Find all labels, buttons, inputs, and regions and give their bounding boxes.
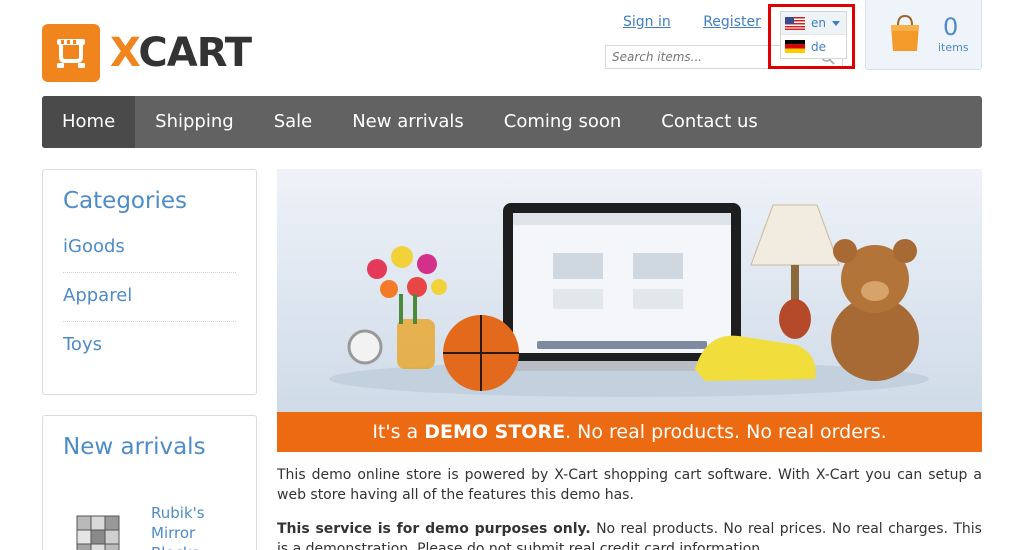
register-link[interactable]: Register bbox=[703, 14, 761, 30]
disclaimer-bold: This service is for demo purposes only. bbox=[277, 521, 591, 537]
chevron-down-icon[interactable] bbox=[832, 20, 840, 26]
shopping-bag-icon bbox=[888, 13, 922, 57]
nav-home[interactable]: Home bbox=[42, 96, 136, 148]
new-arrivals-title: New arrivals bbox=[63, 434, 206, 460]
us-flag-icon bbox=[785, 16, 805, 30]
product-thumbnail[interactable] bbox=[73, 506, 125, 550]
store-logo[interactable]: XCART bbox=[42, 24, 252, 82]
disclaimer-paragraph: This service is for demo purposes only. … bbox=[277, 519, 982, 550]
language-option-de[interactable]: de bbox=[781, 35, 846, 58]
new-arrivals-box: New arrivals Rubik's Mirror Blocks bbox=[42, 415, 257, 550]
nav-new-arrivals[interactable]: New arrivals bbox=[332, 96, 484, 148]
language-option-en[interactable]: en bbox=[781, 12, 846, 35]
category-toys[interactable]: Toys bbox=[63, 322, 236, 371]
banner-lead: It's a bbox=[372, 421, 419, 443]
banner-tail: . No real products. No real orders. bbox=[565, 421, 887, 443]
main-navigation: Home Shipping Sale New arrivals Coming s… bbox=[42, 96, 982, 148]
categories-title: Categories bbox=[63, 188, 187, 214]
categories-box: Categories iGoods Apparel Toys bbox=[42, 169, 257, 395]
language-code-de: de bbox=[811, 39, 826, 54]
demo-store-banner-text: It's a DEMO STORE. No real products. No … bbox=[277, 412, 982, 452]
auth-links: Sign in Register bbox=[623, 14, 789, 30]
nav-shipping[interactable]: Shipping bbox=[135, 96, 254, 148]
sign-in-link[interactable]: Sign in bbox=[623, 14, 671, 30]
intro-paragraph: This demo online store is powered by X-C… bbox=[277, 467, 982, 503]
logo-wordmark: XCART bbox=[110, 30, 252, 76]
categories-list: iGoods Apparel Toys bbox=[43, 214, 256, 371]
cart-count: 0 bbox=[943, 13, 959, 41]
germany-flag-icon bbox=[785, 40, 805, 53]
store-description: This demo online store is powered by X-C… bbox=[277, 465, 982, 550]
language-code-en: en bbox=[811, 16, 826, 30]
nav-sale[interactable]: Sale bbox=[254, 96, 333, 148]
language-selector-highlight: en de bbox=[768, 4, 855, 69]
mini-cart[interactable]: 0 items bbox=[865, 0, 982, 70]
cart-items-label: items bbox=[938, 41, 969, 54]
banner-highlight: DEMO STORE bbox=[424, 421, 566, 443]
category-apparel[interactable]: Apparel bbox=[63, 273, 236, 322]
nav-contact-us[interactable]: Contact us bbox=[641, 96, 778, 148]
demo-banner-image[interactable] bbox=[277, 169, 982, 412]
language-dropdown: en de bbox=[780, 11, 847, 59]
nav-coming-soon[interactable]: Coming soon bbox=[484, 96, 641, 148]
category-igoods[interactable]: iGoods bbox=[63, 224, 236, 273]
product-name-link[interactable]: Rubik's Mirror Blocks bbox=[151, 503, 221, 550]
cart-logo-icon bbox=[42, 24, 100, 82]
